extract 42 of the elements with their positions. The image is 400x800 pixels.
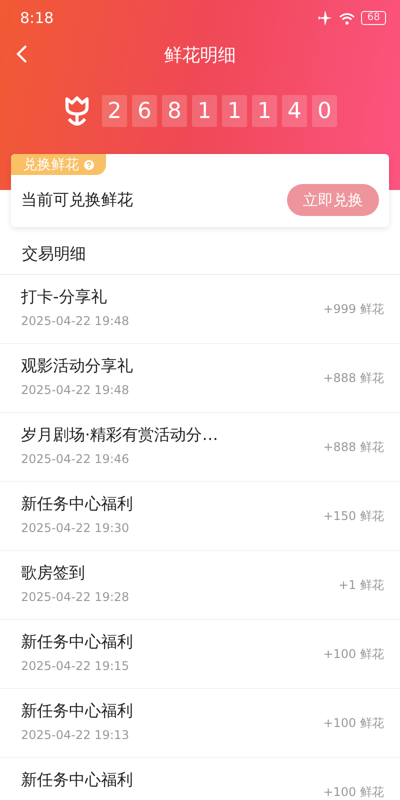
- transaction-date: 2025-04-22 19:28: [21, 590, 130, 604]
- transaction-date: 2025-04-22 19:30: [21, 521, 130, 535]
- transaction-date: 2025-04-22 19:15: [21, 659, 130, 673]
- transaction-title: 新任务中心福利: [21, 770, 133, 791]
- transaction-title: 打卡-分享礼: [21, 287, 108, 308]
- transaction-amount: +100 鲜花: [323, 785, 384, 799]
- page-title: 鲜花明细: [164, 44, 236, 67]
- status-time: 8:18: [20, 9, 54, 27]
- transaction-title: 岁月剧场·精彩有赏活动分…: [21, 425, 218, 446]
- transaction-title: 新任务中心福利: [21, 701, 133, 722]
- transaction-amount: +888 鲜花: [323, 440, 384, 454]
- transaction-date: 2025-04-22 19:48: [21, 314, 130, 328]
- counter-digit: 2: [102, 95, 127, 127]
- back-button[interactable]: [16, 44, 28, 64]
- counter-digit: 8: [162, 95, 187, 127]
- transaction-title: 观影活动分享礼: [21, 356, 133, 377]
- counter-digit: 1: [222, 95, 247, 127]
- wifi-icon: [339, 12, 356, 24]
- transaction-date: 2025-04-22 19:13: [21, 728, 130, 742]
- counter-digit: 1: [192, 95, 217, 127]
- transaction-amount: +100 鲜花: [323, 647, 384, 661]
- transaction-date: 2025-04-22 19:48: [21, 383, 130, 397]
- counter-digit: 6: [132, 95, 157, 127]
- transaction-amount: +1 鲜花: [338, 578, 384, 592]
- transaction-amount: +888 鲜花: [323, 371, 384, 385]
- counter-digit: 1: [252, 95, 277, 127]
- tag-label: 兑换鲜花: [23, 156, 79, 174]
- battery-icon: 68: [361, 11, 386, 25]
- exchange-label: 当前可兑换鲜花: [21, 190, 133, 210]
- transaction-amount: +100 鲜花: [323, 716, 384, 730]
- airplane-icon: [317, 11, 334, 25]
- counter-digit: 4: [282, 95, 307, 127]
- help-icon[interactable]: [84, 160, 94, 170]
- tulip-icon: [63, 96, 91, 126]
- section-title: 交易明细: [0, 240, 400, 275]
- transaction-date: 2025-04-22 19:46: [21, 452, 130, 466]
- counter-digit: 0: [312, 95, 337, 127]
- transaction-title: 歌房签到: [21, 563, 86, 584]
- transaction-amount: +999 鲜花: [323, 302, 384, 316]
- transaction-title: 新任务中心福利: [21, 494, 133, 515]
- transaction-amount: +150 鲜花: [323, 509, 384, 523]
- transaction-title: 新任务中心福利: [21, 632, 133, 653]
